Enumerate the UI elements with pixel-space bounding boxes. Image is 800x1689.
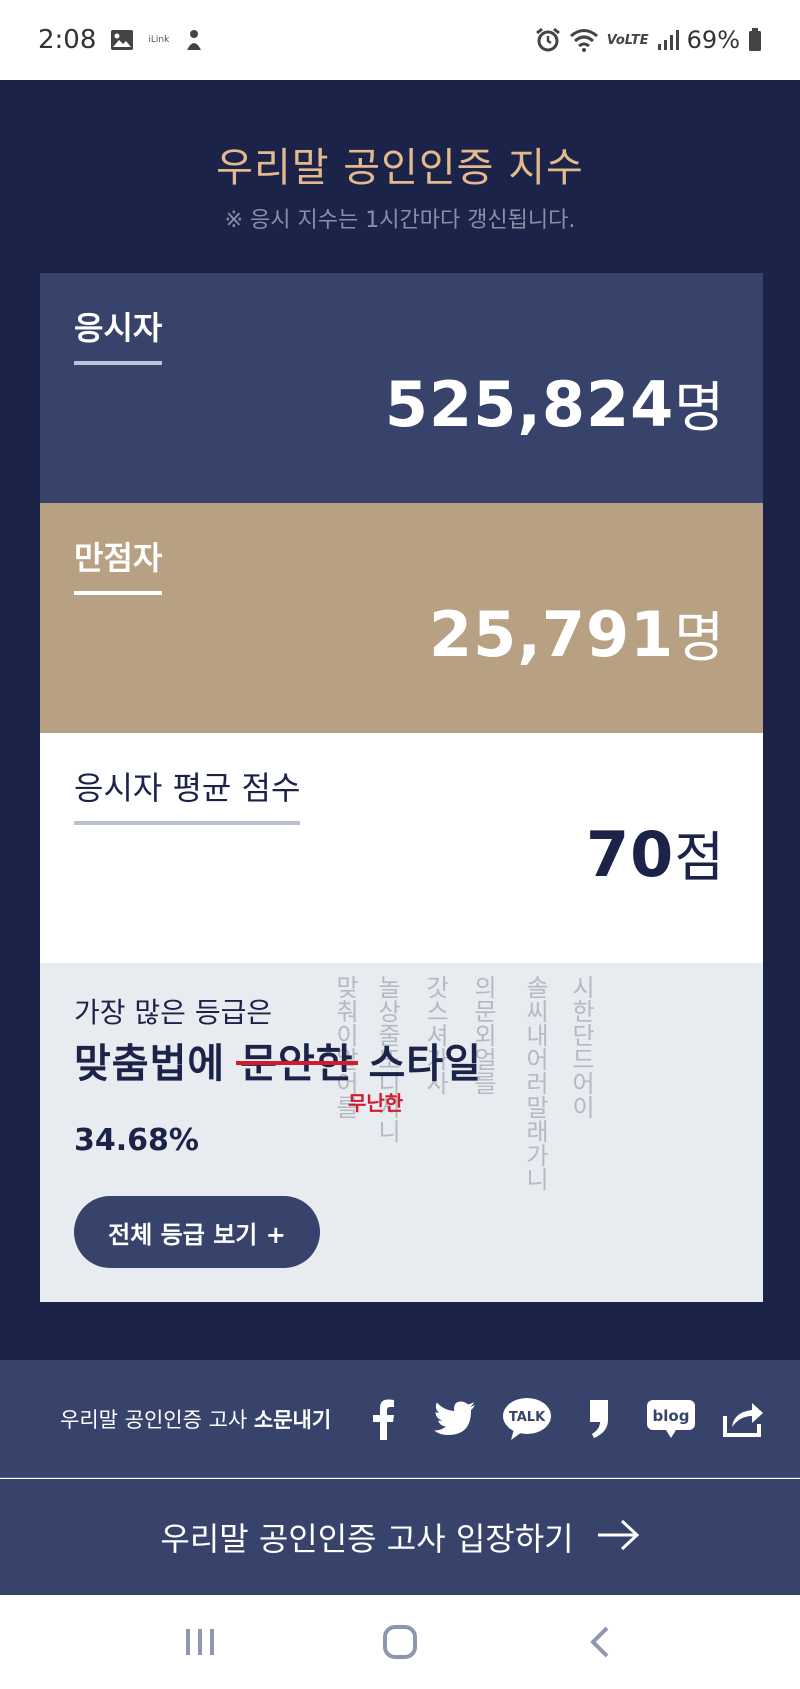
android-nav-bar	[0, 1595, 800, 1689]
update-notice: ※ 응시 지수는 1시간마다 갱신됩니다.	[224, 208, 576, 233]
view-all-grades-button[interactable]: 전체 등급 보기 +	[74, 1196, 320, 1268]
ilink-label: iLink	[148, 35, 170, 45]
volte-label: VoLTE	[606, 32, 649, 48]
top-grade-percent: 34.68%	[74, 1123, 199, 1158]
perfect-scorers-value: 25,791명	[429, 598, 725, 671]
average-score-card: 응시자 평균 점수 70점	[40, 733, 763, 963]
top-grade-name: 맞춤법에 문안한 스타일	[74, 1031, 482, 1089]
svg-text:blog: blog	[653, 1407, 690, 1425]
page-title: 우리말 공인인증 지수	[216, 145, 584, 191]
battery-icon	[748, 28, 762, 52]
share-label: 우리말 공인인증 고사 소문내기	[60, 1407, 332, 1432]
battery-percent: 69%	[686, 26, 740, 54]
signal-icon	[657, 29, 679, 51]
svg-text:TALK: TALK	[509, 1410, 546, 1425]
test-takers-card: 응시자 525,824명	[40, 273, 763, 503]
kakaostory-icon[interactable]	[573, 1393, 625, 1445]
enter-test-label: 우리말 공인인증 고사 입장하기	[160, 1520, 574, 1558]
enter-test-button[interactable]: 우리말 공인인증 고사 입장하기	[0, 1479, 800, 1595]
correction-text: 무난한	[348, 1091, 404, 1115]
gallery-icon	[110, 29, 134, 51]
struck-word: 문안한	[236, 1031, 358, 1089]
alarm-icon	[535, 27, 561, 53]
top-grade-card: 맞춰이알어를 놀상줄또디시니 갓스셔가사 의문외얼를 솔씨내어러말래가니 시한단…	[40, 963, 763, 1302]
status-bar: 2:08 iLink VoLTE 69%	[0, 0, 800, 80]
average-score-label: 응시자 평균 점수	[74, 763, 301, 825]
top-grade-intro: 가장 많은 등급은	[74, 996, 273, 1029]
share-icon[interactable]	[717, 1393, 769, 1445]
twitter-icon[interactable]	[429, 1393, 481, 1445]
app-notification-icon	[183, 28, 205, 52]
test-takers-value: 525,824명	[384, 368, 725, 441]
blog-icon[interactable]: blog	[645, 1393, 697, 1445]
hangul-background-texture: 맞춰이알어를 놀상줄또디시니 갓스셔가사 의문외얼를 솔씨내어러말래가니 시한단…	[331, 975, 595, 1191]
status-time: 2:08	[38, 25, 97, 55]
back-icon[interactable]	[570, 1612, 630, 1672]
average-score-value: 70점	[586, 818, 725, 891]
home-icon[interactable]	[370, 1612, 430, 1672]
perfect-scorers-label: 만점자	[74, 533, 163, 595]
share-bar: 우리말 공인인증 고사 소문내기 TALK blog	[0, 1360, 800, 1478]
kakaotalk-icon[interactable]: TALK	[501, 1393, 553, 1445]
recent-apps-icon[interactable]	[170, 1612, 230, 1672]
facebook-icon[interactable]	[357, 1393, 409, 1445]
stats-section: 우리말 공인인증 지수 ※ 응시 지수는 1시간마다 갱신됩니다. 응시자 52…	[0, 80, 800, 1360]
wifi-icon	[569, 28, 599, 52]
perfect-scorers-card: 만점자 25,791명	[40, 503, 763, 733]
test-takers-label: 응시자	[74, 303, 163, 365]
arrow-right-icon	[596, 1519, 640, 1555]
